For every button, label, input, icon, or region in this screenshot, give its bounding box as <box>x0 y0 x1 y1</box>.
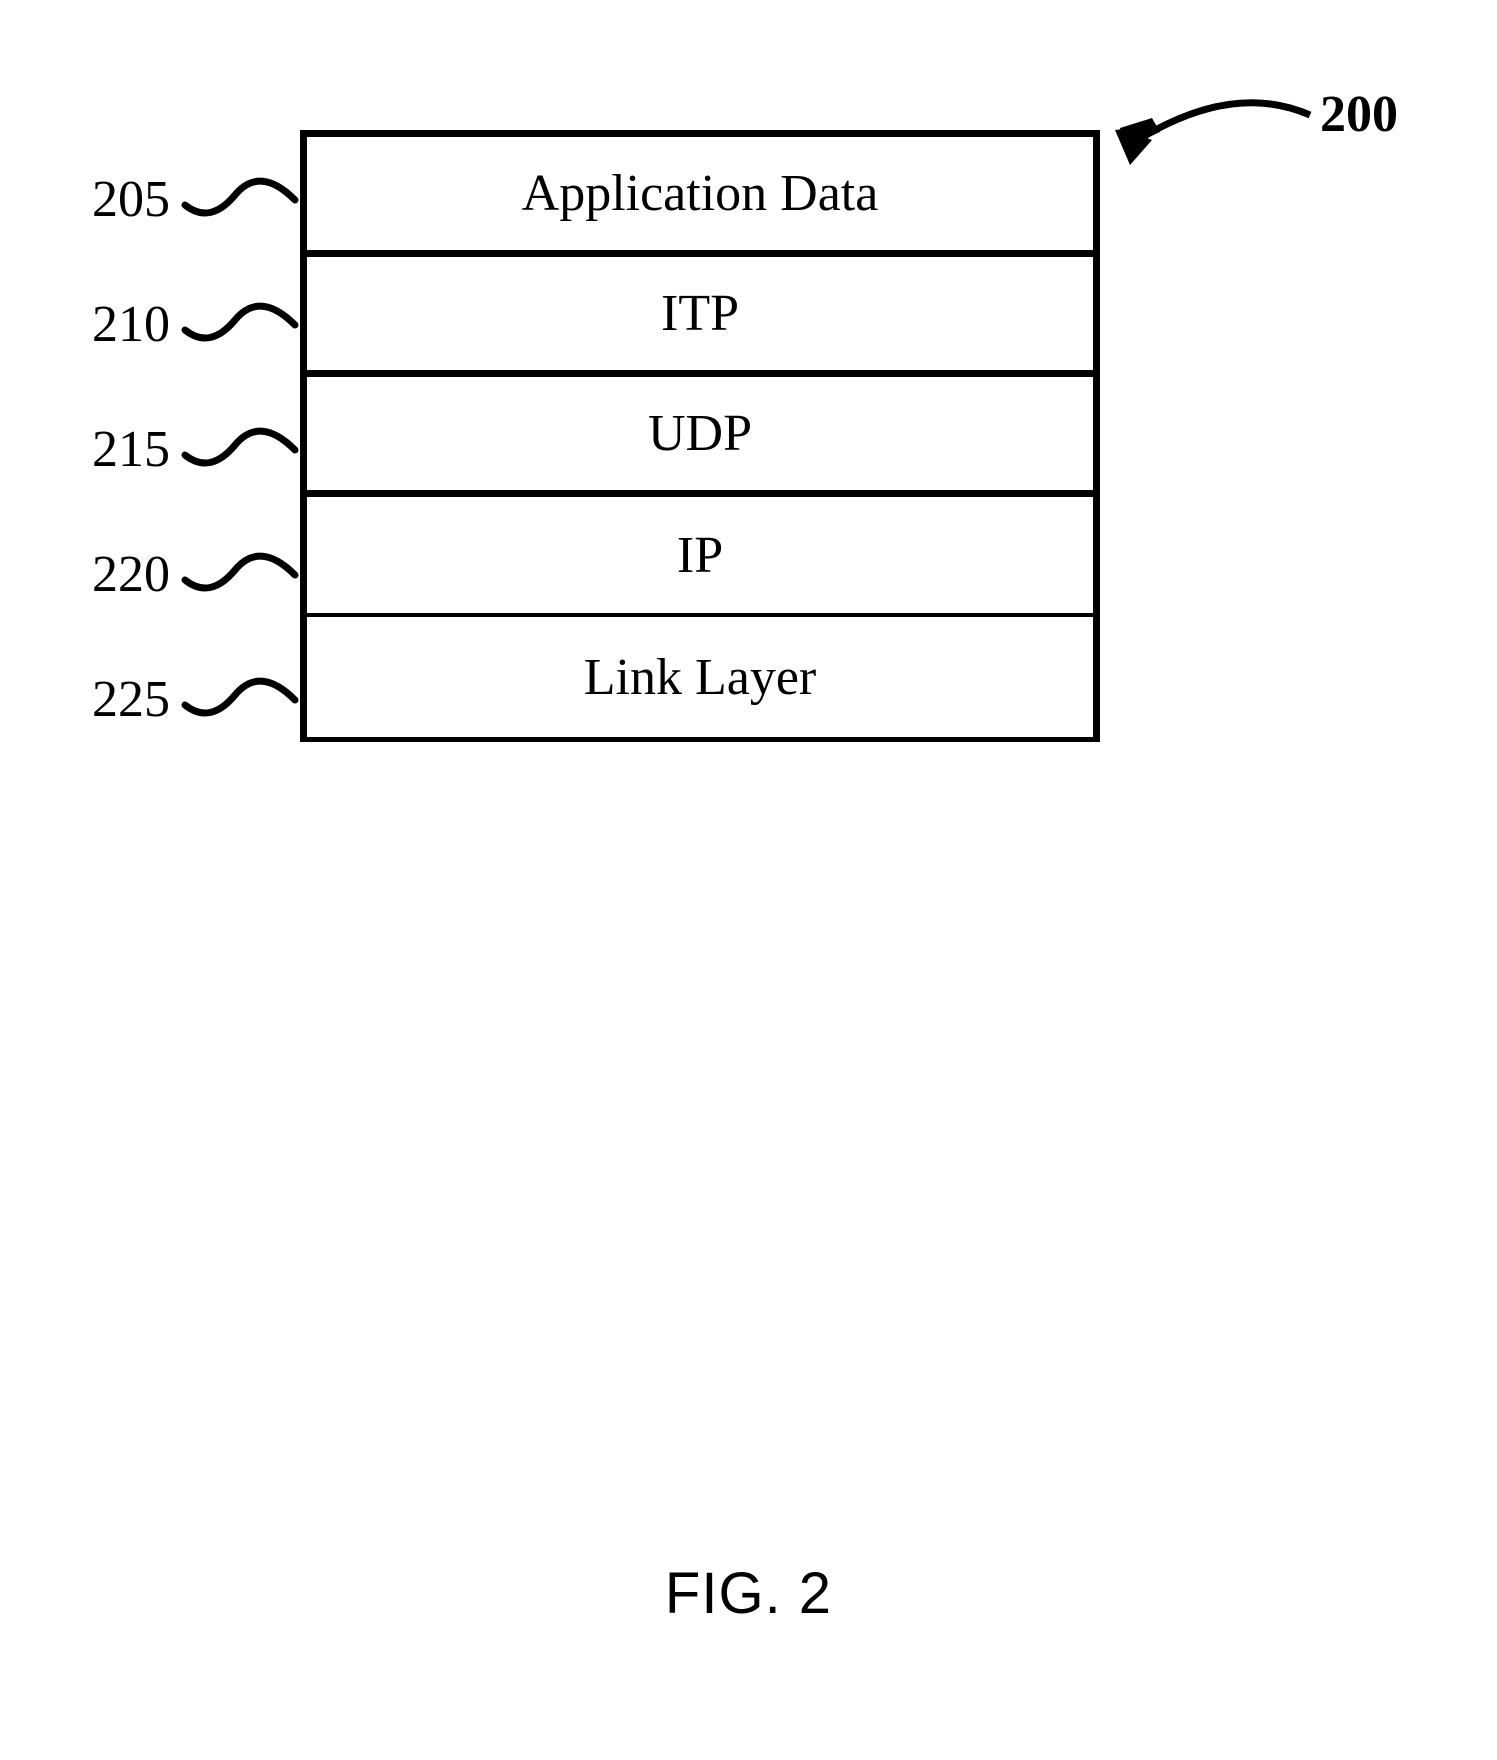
figure-caption: FIG. 2 <box>0 1560 1497 1627</box>
ref-label-2: 215 <box>60 420 170 479</box>
ref-connector-2 <box>180 420 310 480</box>
layer-application-data: Application Data <box>307 137 1093 257</box>
ref-connector-0 <box>180 170 310 230</box>
layer-label: Application Data <box>522 164 879 223</box>
ref-connector-4 <box>180 670 310 730</box>
layer-link: Link Layer <box>307 617 1093 737</box>
ref-label-0: 205 <box>60 170 170 229</box>
main-reference-number: 200 <box>1320 85 1398 144</box>
ref-label-1: 210 <box>60 295 170 354</box>
ref-connector-3 <box>180 545 310 605</box>
ref-connector-1 <box>180 295 310 355</box>
ref-label-4: 225 <box>60 670 170 729</box>
layer-udp: UDP <box>307 377 1093 497</box>
layer-itp: ITP <box>307 257 1093 377</box>
layer-label: IP <box>677 526 723 585</box>
layer-ip: IP <box>307 497 1093 617</box>
ref-label-3: 220 <box>60 545 170 604</box>
protocol-stack: Application Data ITP UDP IP Link Layer <box>300 130 1100 742</box>
figure-canvas: 200 205 210 215 220 225 Application Data… <box>0 0 1497 1760</box>
layer-label: ITP <box>661 284 739 343</box>
layer-label: UDP <box>648 404 752 463</box>
main-reference-arrow <box>1080 70 1320 190</box>
layer-label: Link Layer <box>584 648 816 707</box>
